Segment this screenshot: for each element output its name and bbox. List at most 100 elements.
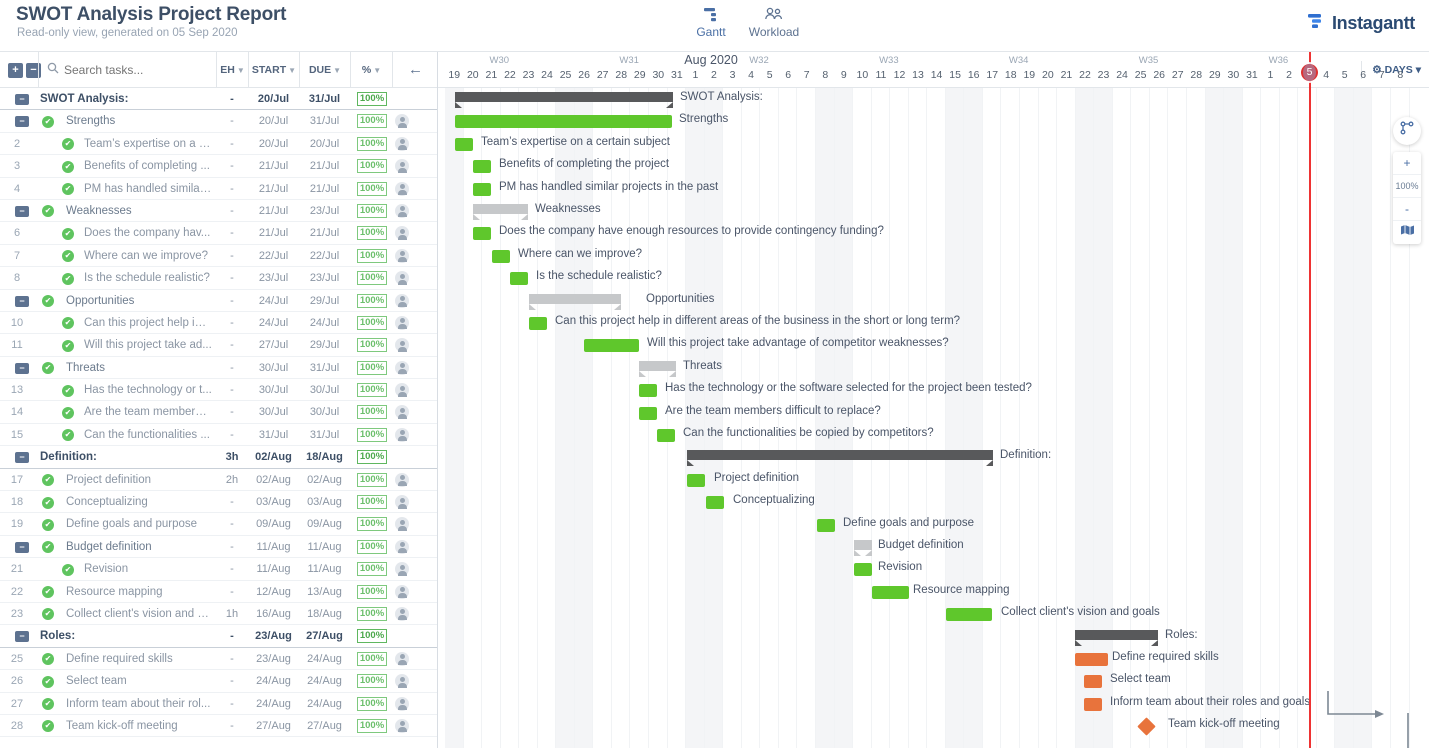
table-row[interactable]: 21 ✔ Revision - 11/Aug 11/Aug 100% (0, 558, 437, 581)
task-complete-icon[interactable]: ✔ (42, 362, 54, 375)
task-complete-icon[interactable]: ✔ (42, 518, 54, 531)
task-name[interactable]: Collect client's vision and g... (66, 603, 212, 625)
avatar[interactable] (395, 203, 409, 218)
avatar[interactable] (395, 338, 409, 353)
row-collapse-toggle[interactable]: − (15, 205, 29, 217)
table-row[interactable]: 28 ✔ Team kick-off meeting - 27/Aug 27/Aug 100… (0, 715, 437, 738)
task-complete-icon[interactable]: ✔ (62, 160, 74, 173)
table-row[interactable]: − ✔ Strengths - 20/Jul 31/Jul 100% (0, 110, 437, 133)
gantt-task-bar[interactable] (1084, 675, 1102, 689)
task-name[interactable]: Definition: (40, 446, 212, 468)
row-collapse-toggle[interactable]: − (15, 631, 29, 643)
gantt-task-bar[interactable] (657, 429, 675, 442)
column-header-eh[interactable]: EH ▼ (216, 52, 248, 88)
gantt-task-bar[interactable] (946, 608, 992, 622)
gantt-summary-bar[interactable] (473, 204, 528, 220)
column-header-start[interactable]: START ▼ (248, 52, 299, 88)
task-name[interactable]: Team kick-off meeting (66, 715, 212, 737)
gantt-task-bar[interactable] (455, 115, 672, 129)
table-row[interactable]: 3 ✔ Benefits of completing ... - 21/Jul 21/Ju… (0, 155, 437, 178)
task-name[interactable]: Will this project take ad... (84, 334, 212, 356)
table-row[interactable]: 14 ✔ Are the team members ... - 30/Jul 30/Jul… (0, 401, 437, 424)
gantt-task-bar[interactable] (1084, 697, 1102, 711)
task-name[interactable]: Where can we improve? (84, 245, 212, 267)
task-complete-icon[interactable]: ✔ (42, 295, 54, 308)
table-row[interactable]: 2 ✔ Team’s expertise on a c... - 20/Jul 20/Ju… (0, 133, 437, 156)
avatar[interactable] (395, 383, 409, 398)
task-complete-icon[interactable]: ✔ (62, 384, 74, 397)
table-row[interactable]: 25 ✔ Define required skills - 23/Aug 24/Aug 10… (0, 648, 437, 671)
avatar[interactable] (395, 674, 409, 689)
table-row[interactable]: 7 ✔ Where can we improve? - 22/Jul 22/Jul 100% (0, 245, 437, 268)
map-icon[interactable] (1393, 221, 1421, 244)
task-complete-icon[interactable]: ✔ (42, 205, 54, 218)
gantt-task-bar[interactable] (473, 160, 491, 174)
avatar[interactable] (395, 517, 409, 532)
task-name[interactable]: Threats (66, 357, 212, 379)
row-collapse-toggle[interactable]: − (15, 541, 29, 553)
table-row[interactable]: 4 ✔ PM has handled similar... - 21/Jul 21/Jul… (0, 178, 437, 200)
avatar[interactable] (395, 226, 409, 241)
table-row[interactable]: 22 ✔ Resource mapping - 12/Aug 13/Aug 100% (0, 581, 437, 603)
zoom-out-button[interactable]: - (1393, 198, 1421, 221)
task-complete-icon[interactable]: ✔ (42, 720, 54, 733)
gantt-task-bar[interactable] (1075, 653, 1108, 666)
gantt-task-bar[interactable] (455, 137, 473, 151)
avatar[interactable] (395, 293, 409, 308)
task-complete-icon[interactable]: ✔ (62, 183, 74, 196)
table-row[interactable]: − SWOT Analysis: - 20/Jul 31/Jul 100% (0, 88, 437, 111)
avatar[interactable] (395, 271, 409, 286)
task-complete-icon[interactable]: ✔ (62, 429, 74, 442)
gantt-milestone[interactable] (1137, 717, 1156, 736)
search-input[interactable] (64, 63, 209, 77)
task-complete-icon[interactable]: ✔ (42, 541, 54, 554)
task-name[interactable]: Budget definition (66, 536, 212, 558)
task-complete-icon[interactable]: ✔ (42, 608, 54, 621)
gantt-summary-bar[interactable] (529, 293, 621, 310)
zoom-in-button[interactable]: + (1393, 152, 1421, 175)
gantt-task-bar[interactable] (584, 339, 639, 353)
avatar[interactable] (395, 472, 409, 487)
task-name[interactable]: Weaknesses (66, 200, 212, 222)
collapse-grid-button[interactable]: ← (392, 52, 438, 88)
avatar[interactable] (395, 651, 409, 666)
task-complete-icon[interactable]: ✔ (42, 496, 54, 509)
task-name[interactable]: Benefits of completing ... (84, 155, 212, 177)
gantt-task-bar[interactable] (473, 227, 491, 241)
table-row[interactable]: 15 ✔ Can the functionalities ... - 31/Jul 31/… (0, 424, 437, 447)
task-name[interactable]: Are the team members ... (84, 401, 212, 423)
avatar[interactable] (395, 539, 409, 554)
table-row[interactable]: − Roles: - 23/Aug 27/Aug 100% (0, 625, 437, 648)
task-name[interactable]: Define goals and purpose (66, 513, 212, 535)
task-name[interactable]: SWOT Analysis: (40, 88, 212, 110)
task-complete-icon[interactable]: ✔ (62, 138, 74, 151)
task-complete-icon[interactable]: ✔ (42, 698, 54, 711)
avatar[interactable] (395, 696, 409, 711)
row-collapse-toggle[interactable]: − (15, 94, 29, 105)
task-name[interactable]: Project definition (66, 469, 212, 491)
table-row[interactable]: 18 ✔ Conceptualizing - 03/Aug 03/Aug 100% (0, 491, 437, 514)
task-complete-icon[interactable]: ✔ (62, 227, 74, 240)
task-name[interactable]: Inform team about their rol... (66, 693, 212, 715)
task-complete-icon[interactable]: ✔ (62, 250, 74, 263)
avatar[interactable] (395, 114, 409, 129)
table-row[interactable]: 17 ✔ Project definition 2h 02/Aug 02/Aug 100% (0, 469, 437, 492)
task-complete-icon[interactable]: ✔ (62, 406, 74, 419)
dependencies-icon[interactable] (1393, 117, 1421, 145)
task-complete-icon[interactable]: ✔ (62, 272, 74, 285)
avatar[interactable] (395, 181, 409, 196)
task-name[interactable]: Has the technology or t... (84, 379, 212, 401)
avatar[interactable] (395, 159, 409, 174)
gantt-task-bar[interactable] (687, 473, 705, 487)
avatar[interactable] (395, 718, 409, 733)
search-box[interactable] (38, 52, 216, 88)
tab-gantt[interactable]: Gantt (678, 7, 744, 39)
expand-all-button[interactable]: + (8, 63, 23, 78)
task-name[interactable]: Revision (84, 558, 212, 580)
task-complete-icon[interactable]: ✔ (42, 675, 54, 688)
task-name[interactable]: Does the company hav... (84, 222, 212, 244)
avatar[interactable] (395, 427, 409, 442)
task-name[interactable]: Can this project help in ... (84, 312, 212, 334)
avatar[interactable] (395, 584, 409, 599)
table-row[interactable]: 10 ✔ Can this project help in ... - 24/Jul 24… (0, 312, 437, 335)
